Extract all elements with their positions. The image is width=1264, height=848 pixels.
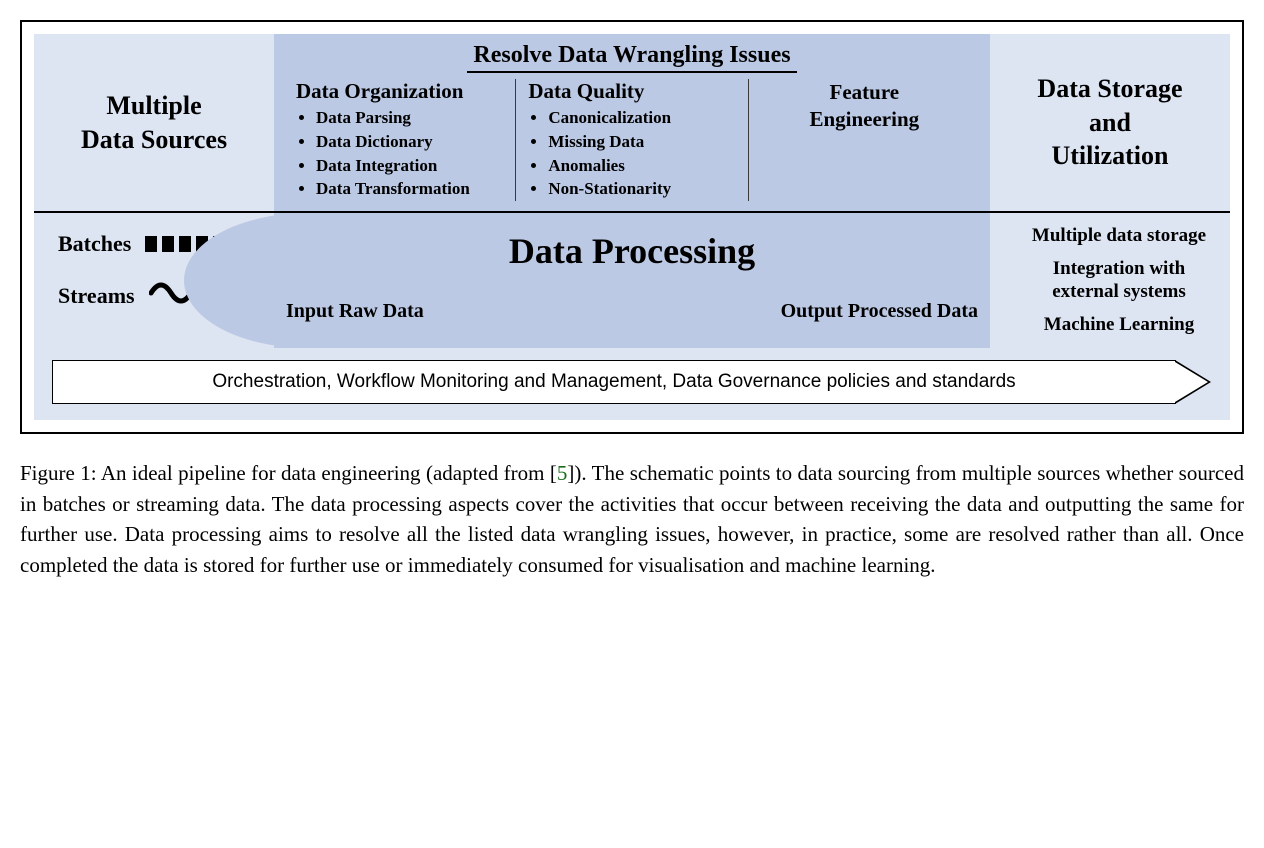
quality-head: Data Quality <box>528 79 735 104</box>
figure-frame: Multiple Data Sources Resolve Data Wrang… <box>20 20 1244 434</box>
input-raw-data-label: Input Raw Data <box>286 300 424 323</box>
util-item: Integration with external systems <box>1018 258 1220 304</box>
top-row: Multiple Data Sources Resolve Data Wrang… <box>34 34 1230 211</box>
flow-row: Batches Streams <box>34 211 1230 348</box>
pipeline-diagram: Multiple Data Sources Resolve Data Wrang… <box>34 34 1230 420</box>
streams-label: Streams <box>58 283 135 309</box>
feature-l1: Feature <box>830 80 900 104</box>
org-list: Data Parsing Data Dictionary Data Integr… <box>296 106 503 201</box>
org-item: Data Integration <box>316 154 503 178</box>
quality-item: Anomalies <box>548 154 735 178</box>
flow-processing: Data Processing Input Raw Data Output Pr… <box>274 213 990 348</box>
quality-item: Canonicalization <box>548 106 735 130</box>
batches-label: Batches <box>58 231 131 257</box>
quality-list: Canonicalization Missing Data Anomalies … <box>528 106 735 201</box>
wrangling-title: Resolve Data Wrangling Issues <box>467 42 796 73</box>
panel-multiple-data-sources: Multiple Data Sources <box>34 34 274 211</box>
citation-ref: 5 <box>557 461 568 485</box>
panel-data-storage: Data Storage and Utilization <box>990 34 1230 211</box>
util-item: Machine Learning <box>1018 314 1220 337</box>
orchestration-arrow: Orchestration, Workflow Monitoring and M… <box>52 360 1176 404</box>
caption-before-ref: An ideal pipeline for data engineering (… <box>97 461 557 485</box>
org-head: Data Organization <box>296 79 503 104</box>
processing-title: Data Processing <box>509 230 755 272</box>
col-data-organization: Data Organization Data Parsing Data Dict… <box>284 79 516 201</box>
org-item: Data Parsing <box>316 106 503 130</box>
storage-l1: Data Storage <box>1037 72 1182 106</box>
mds-line2: Data Sources <box>81 123 227 157</box>
wrangling-columns: Data Organization Data Parsing Data Dict… <box>284 79 980 201</box>
storage-l3: Utilization <box>1052 139 1169 173</box>
feature-l2: Engineering <box>809 107 919 131</box>
quality-item: Non-Stationarity <box>548 177 735 201</box>
flow-utilization: Multiple data storage Integration with e… <box>990 213 1230 348</box>
figure-caption: Figure 1: An ideal pipeline for data eng… <box>20 458 1244 580</box>
util-item: Multiple data storage <box>1018 225 1220 248</box>
col-feature-engineering: Feature Engineering <box>749 79 980 134</box>
mds-line1: Multiple <box>106 89 201 123</box>
org-item: Data Transformation <box>316 177 503 201</box>
orchestration-text: Orchestration, Workflow Monitoring and M… <box>212 371 1015 393</box>
org-item: Data Dictionary <box>316 130 503 154</box>
quality-item: Missing Data <box>548 130 735 154</box>
caption-fig-label: Figure 1: <box>20 461 97 485</box>
storage-l2: and <box>1089 106 1131 140</box>
orchestration-row: Orchestration, Workflow Monitoring and M… <box>34 348 1230 420</box>
col-data-quality: Data Quality Canonicalization Missing Da… <box>516 79 748 201</box>
output-processed-data-label: Output Processed Data <box>781 300 978 323</box>
panel-resolve-wrangling: Resolve Data Wrangling Issues Data Organ… <box>274 34 990 211</box>
